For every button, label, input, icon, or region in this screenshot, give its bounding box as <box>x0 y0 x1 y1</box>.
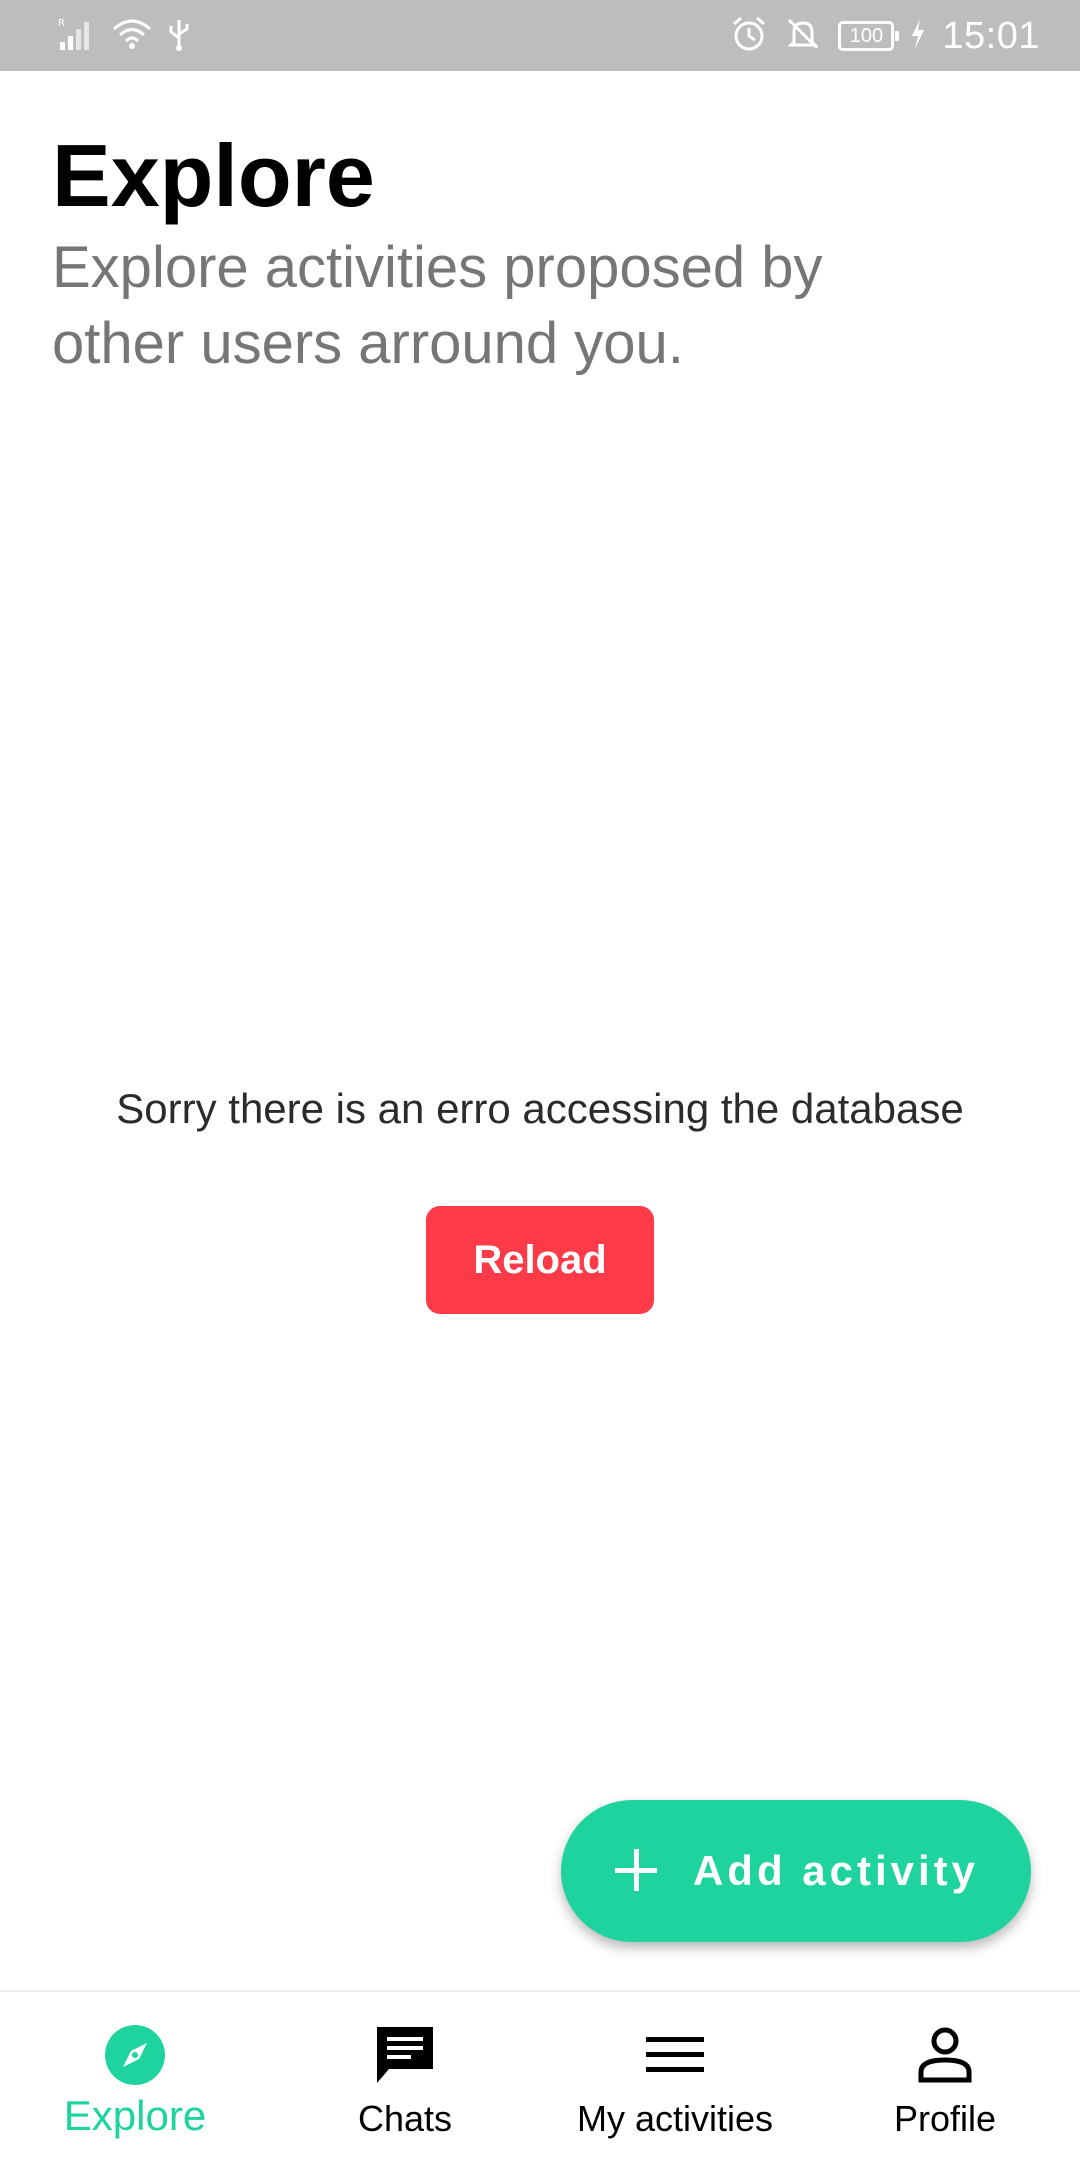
signal-icon: R <box>58 16 98 57</box>
alarm-icon <box>730 15 768 58</box>
reload-button[interactable]: Reload <box>426 1206 654 1314</box>
svg-text:R: R <box>58 18 65 29</box>
status-right: 100 15:01 <box>730 10 1040 62</box>
screen: R 100 15:01 Explore Explore activities p… <box>0 0 1080 2160</box>
chat-icon <box>372 2022 438 2088</box>
menu-icon <box>642 2022 708 2088</box>
compass-icon <box>102 2022 168 2088</box>
page-title: Explore <box>52 126 375 225</box>
nav-label-profile: Profile <box>893 2098 997 2139</box>
plus-icon <box>613 1847 659 1896</box>
battery-icon: 100 <box>838 21 900 51</box>
wifi-icon <box>112 17 152 56</box>
notifications-off-icon <box>784 15 822 58</box>
nav-label-chats: Chats <box>357 2098 453 2139</box>
nav-label-explore: Explore <box>63 2092 207 2139</box>
page-subtitle: Explore activities proposed by other use… <box>52 235 823 376</box>
person-icon <box>912 2022 978 2088</box>
nav-item-explore[interactable]: Explore <box>0 1992 270 2160</box>
add-activity-label: Add activity <box>692 1847 980 1894</box>
nav-item-profile[interactable]: Profile <box>810 1992 1080 2160</box>
nav-item-my-activities[interactable]: My activities <box>540 1992 810 2160</box>
nav-label-my-activities: My activities <box>576 2098 774 2139</box>
usb-icon <box>166 16 192 57</box>
charging-icon <box>910 18 926 54</box>
add-activity-button[interactable]: Add activity <box>561 1800 1031 1942</box>
bottom-navigation: Explore Chats My activities Profile <box>0 1990 1080 2160</box>
status-time: 15:01 <box>942 14 1040 57</box>
status-left: R <box>58 14 192 58</box>
status-bar: R 100 15:01 <box>0 0 1080 71</box>
nav-item-chats[interactable]: Chats <box>270 1992 540 2160</box>
error-message: Sorry there is an erro accessing the dat… <box>116 1085 964 1132</box>
